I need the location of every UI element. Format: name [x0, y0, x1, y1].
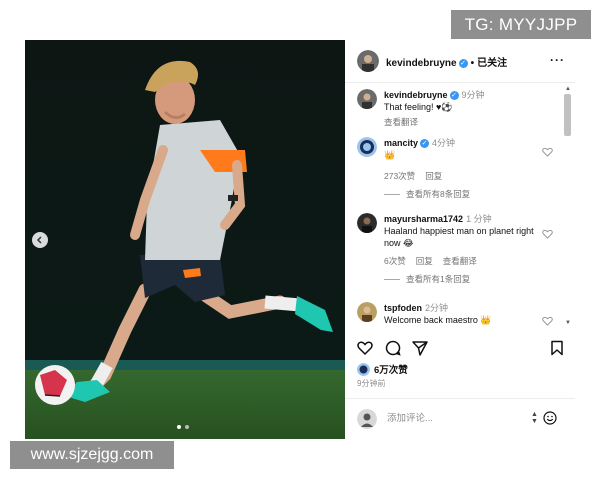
- avatar[interactable]: [357, 50, 379, 72]
- scroll-up-arrow-icon[interactable]: ▲: [565, 86, 571, 92]
- avatar: [357, 362, 370, 376]
- emoji-icon[interactable]: [543, 411, 557, 425]
- comment-text: Welcome back maestro 👑: [384, 315, 492, 325]
- football-player-illustration: [25, 40, 345, 439]
- post-photo: [25, 40, 345, 439]
- comment-text: 👑: [384, 150, 396, 160]
- chevron-left-icon: [36, 236, 42, 244]
- comment-time: 9分钟: [461, 90, 485, 100]
- comment-text: That feeling! ♥⚽: [384, 102, 453, 112]
- heart-icon[interactable]: [542, 316, 553, 326]
- likes-summary: 6万次赞: [357, 362, 408, 376]
- add-comment-bar: ▲▼: [345, 398, 575, 440]
- comment-meta: 查看翻译: [384, 116, 546, 128]
- translate-link[interactable]: 查看翻译: [384, 117, 418, 127]
- like-count: 6次赞: [384, 256, 406, 266]
- comment-meta: 6次赞 回复 查看翻译: [384, 255, 546, 267]
- heart-icon[interactable]: [542, 147, 553, 157]
- post-author: kevindebruyne ✓ • 已关注: [386, 54, 507, 69]
- view-replies-link[interactable]: 查看所有8条回复: [384, 188, 546, 200]
- comment-icon[interactable]: [385, 340, 401, 356]
- avatar[interactable]: [357, 302, 377, 322]
- avatar[interactable]: [357, 137, 377, 157]
- comment-body: mayursharma1742 1 分钟 Haaland happiest man…: [384, 213, 546, 285]
- input-stepper-icon[interactable]: ▲ ▼: [531, 411, 538, 425]
- comment-username[interactable]: mayursharma1742: [384, 214, 463, 224]
- comments-list[interactable]: kevindebruyne ✓ 9分钟 That feeling! ♥⚽ 查看翻译 …: [345, 83, 575, 331]
- comment-time: 1 分钟: [466, 214, 492, 224]
- scroll-down-arrow-icon[interactable]: ▼: [565, 320, 571, 326]
- follow-button[interactable]: 已关注: [477, 58, 507, 69]
- username-link[interactable]: kevindebruyne: [386, 58, 457, 69]
- more-horizontal-icon[interactable]: ···: [550, 53, 565, 67]
- post-side-panel: kevindebruyne ✓ • 已关注 ··· kevindebruyne ✓ 9分钟…: [345, 40, 575, 439]
- comment-username[interactable]: mancity: [384, 138, 418, 148]
- avatar[interactable]: [357, 89, 377, 109]
- comment-input[interactable]: [385, 412, 529, 425]
- previous-image-button[interactable]: [32, 232, 48, 248]
- verified-icon: ✓: [458, 58, 468, 68]
- comment-username[interactable]: kevindebruyne: [384, 90, 448, 100]
- avatar[interactable]: [357, 213, 377, 233]
- like-count: 273次赞: [384, 171, 416, 181]
- comment-time: 2分钟: [425, 303, 449, 313]
- post-header: kevindebruyne ✓ • 已关注 ···: [345, 40, 575, 83]
- comment-body: tspfoden 2分钟 Welcome back maestro 👑: [384, 302, 546, 326]
- heart-icon[interactable]: [357, 340, 373, 356]
- watermark-bottom: www.sjzejgg.com: [10, 441, 174, 469]
- translate-link[interactable]: 查看翻译: [443, 256, 477, 266]
- post-actions: [345, 332, 575, 362]
- comment-meta: 273次赞 回复: [384, 170, 546, 182]
- carousel-dot[interactable]: [185, 425, 189, 429]
- heart-icon[interactable]: [542, 229, 553, 239]
- comment-time: 4分钟: [432, 138, 456, 148]
- verified-icon: ✓: [420, 139, 430, 149]
- reply-link[interactable]: 回复: [416, 256, 433, 266]
- view-replies-link[interactable]: 查看所有1条回复: [384, 273, 546, 285]
- reply-link[interactable]: 回复: [425, 171, 442, 181]
- verified-icon: ✓: [449, 91, 459, 101]
- scrollbar-thumb[interactable]: [564, 94, 571, 136]
- carousel-dot[interactable]: [177, 425, 181, 429]
- comment-username[interactable]: tspfoden: [384, 303, 422, 313]
- avatar: [357, 409, 377, 429]
- comment-body: mancity ✓ 4分钟 👑 273次赞 回复 查看所有8条回复: [384, 137, 546, 200]
- post-time: 9分钟前: [357, 379, 386, 388]
- comment-body: kevindebruyne ✓ 9分钟 That feeling! ♥⚽ 查看翻译: [384, 89, 546, 128]
- watermark-top: TG: MYYJJPP: [451, 10, 591, 39]
- likes-count[interactable]: 6万次赞: [374, 362, 408, 376]
- comment-text: Haaland happiest man on planet right now…: [384, 226, 534, 248]
- separator-dot: •: [470, 58, 475, 69]
- bookmark-icon[interactable]: [549, 340, 565, 356]
- share-icon[interactable]: [412, 340, 428, 356]
- carousel-dots: [177, 425, 189, 429]
